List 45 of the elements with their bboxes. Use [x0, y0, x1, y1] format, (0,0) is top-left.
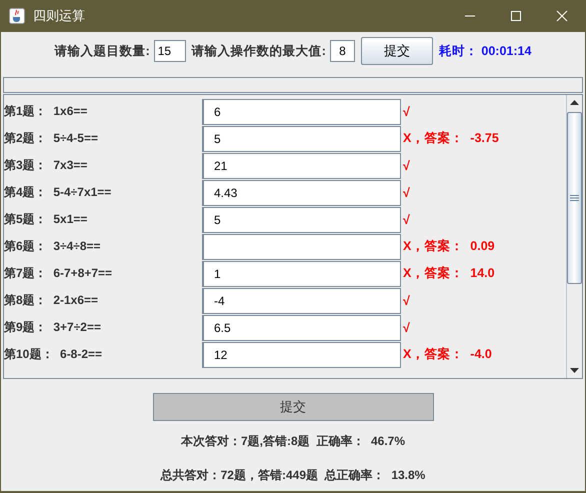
result-text: X，答案： 0.09 [403, 238, 495, 255]
question-label: 第8题： 2-1x6== [4, 292, 100, 309]
answer-input[interactable]: 5 [202, 206, 401, 232]
submit-button[interactable]: 提交 [360, 37, 433, 65]
result-text: X，答案： 14.0 [403, 265, 495, 282]
result-text: √ [403, 294, 410, 308]
submit-answers-button[interactable]: 提交 [152, 393, 434, 421]
answer-input[interactable]: 6 [202, 98, 401, 124]
timer-text: 耗时： 00:01:14 [438, 42, 532, 60]
result-text: √ [403, 104, 410, 118]
question-label: 第9题： 3+7÷2== [4, 319, 102, 336]
answer-input[interactable]: 4.43 [202, 180, 401, 206]
question-label: 第5题： 5x1== [4, 211, 88, 228]
count-input[interactable]: 15 [154, 40, 186, 62]
answer-input[interactable]: 1 [202, 260, 401, 286]
answer-input[interactable]: -4 [202, 288, 401, 314]
result-text: √ [403, 212, 410, 226]
answer-input[interactable]: 6.5 [202, 314, 401, 340]
count-label: 请输入题目数量: [54, 42, 150, 60]
max-label: 请输入操作数的最大值: [192, 42, 326, 60]
answer-input[interactable]: 12 [202, 342, 401, 368]
question-label: 第6题： 3÷4÷8== [4, 238, 102, 255]
summary-text: 本次答对：7题,答错:8题 正确率： 46.7% [180, 433, 406, 450]
result-text: √ [403, 320, 410, 334]
question-label: 第2题： 5÷4-5== [4, 130, 99, 147]
question-label: 第10题： 6-8-2== [4, 346, 104, 363]
question-label: 第7题： 6-7+8+7== [4, 265, 114, 282]
result-text: √ [403, 186, 410, 200]
result-text: X，答案： -3.75 [403, 130, 499, 147]
close-icon[interactable] [556, 10, 568, 22]
question-label: 第1题： 1x6== [4, 103, 88, 120]
answer-input[interactable]: 5 [202, 126, 401, 152]
max-input[interactable]: 8 [330, 40, 355, 62]
answer-input[interactable] [202, 234, 401, 260]
question-label: 第3题： 7x3== [4, 157, 88, 174]
question-label: 第4题： 5-4÷7x1== [4, 184, 112, 201]
java-cup-icon [9, 8, 25, 24]
result-text: X，答案： -4.0 [403, 346, 492, 363]
scroll-thumb[interactable] [567, 112, 582, 284]
result-text: √ [403, 158, 410, 172]
summary-text: 总共答对：72题，答错:449题 总正确率： 13.8% [160, 467, 426, 484]
scrollbar[interactable] [566, 95, 582, 378]
answer-input[interactable]: 21 [202, 152, 401, 178]
maximize-icon[interactable] [510, 10, 522, 22]
window-title: 四则运算 [33, 7, 85, 25]
